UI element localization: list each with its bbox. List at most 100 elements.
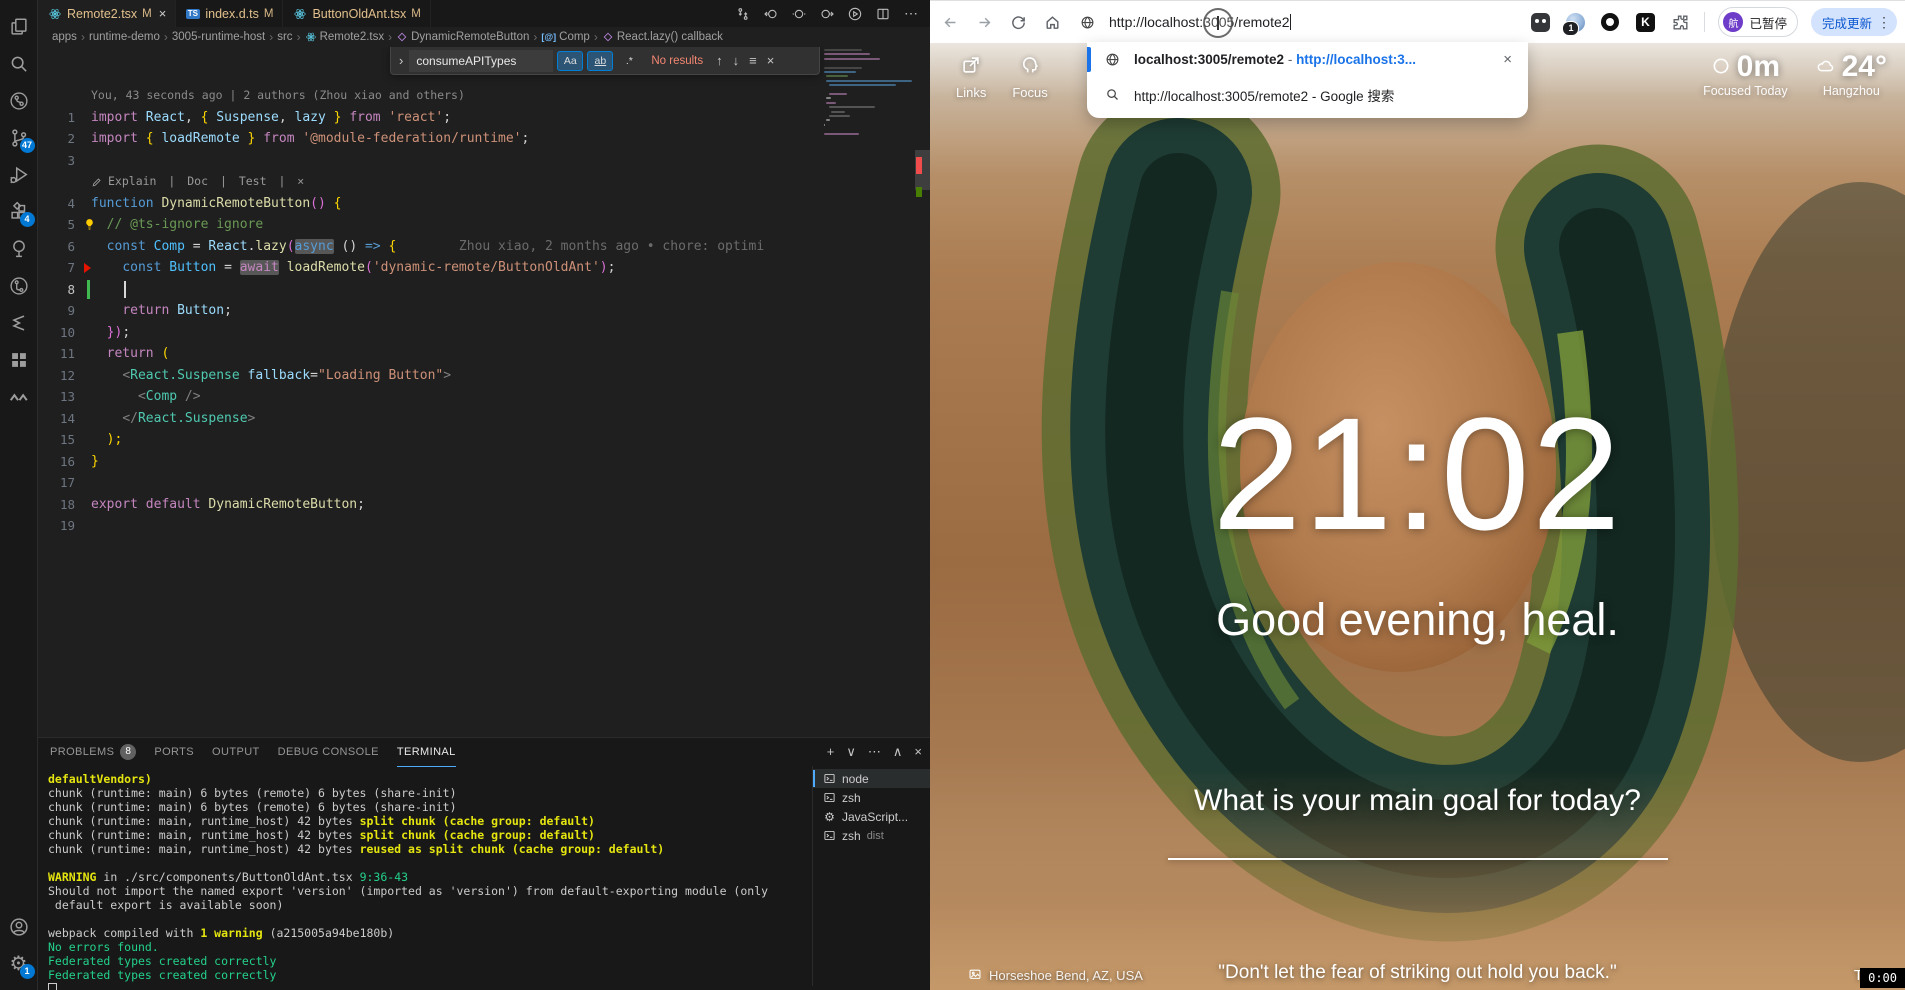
tab-close-icon[interactable]: × — [159, 6, 167, 21]
whole-word-toggle[interactable]: ab — [587, 51, 613, 71]
goal-input[interactable] — [1168, 858, 1668, 860]
terminal-dropdown-icon[interactable]: ∨ — [846, 744, 856, 760]
codelens-row[interactable]: Explain | Doc | Test | × — [38, 171, 868, 193]
extension-dark-icon[interactable] — [1529, 11, 1551, 33]
activity-item-gitlens-icon[interactable] — [0, 267, 38, 304]
url-text[interactable]: http://localhost:3005/remote2 — [1109, 14, 1290, 30]
panel-tab-output[interactable]: OUTPUT — [212, 738, 260, 767]
terminal-session-zsh[interactable]: zshdist — [813, 826, 930, 845]
codelens-explain[interactable]: Explain — [108, 171, 156, 193]
line-number: 9 — [38, 300, 91, 322]
line-number — [38, 85, 91, 107]
omnibox-suggestion[interactable]: localhost:3005/remote2 - http://localhos… — [1087, 42, 1528, 77]
activity-item-grid-extension-icon[interactable] — [0, 341, 38, 378]
extension-ring-icon[interactable] — [1599, 11, 1621, 33]
activity-item-search-icon[interactable] — [0, 45, 38, 82]
breadcrumb-item-DynamicRemoteButton[interactable]: DynamicRemoteButton — [396, 31, 529, 43]
daily-quote[interactable]: "Don't let the fear of striking out hold… — [1218, 962, 1616, 984]
activity-item-source-control-icon[interactable]: 47 — [0, 119, 38, 156]
find-next-icon[interactable]: ↓ — [730, 53, 743, 68]
panel-tab-ports[interactable]: PORTS — [154, 738, 194, 767]
focus-stat[interactable]: 0m Focused Today — [1703, 50, 1788, 98]
home-icon[interactable] — [1038, 8, 1066, 36]
terminal-session-JavaScript[interactable]: ⚙JavaScript... — [813, 807, 930, 826]
activity-item-custom-extension-icon[interactable] — [0, 304, 38, 341]
tab-label: Remote2.tsx — [67, 7, 137, 21]
terminal-session-zsh[interactable]: zsh — [813, 788, 930, 807]
code-editor[interactable]: You, 43 seconds ago | 2 authors (Zhou xi… — [38, 47, 930, 737]
activity-item-testing-icon[interactable] — [0, 230, 38, 267]
breadcrumb-item-Comp[interactable]: [@]Comp — [541, 31, 589, 43]
extension-globe-icon[interactable]: 1 — [1564, 11, 1586, 33]
toolbar-right-cluster: 1 K 航 已暂停 完成更新 ⋮ — [1529, 7, 1905, 37]
find-input[interactable]: consumeAPITypes — [409, 50, 553, 72]
omnibox-suggestion[interactable]: http://localhost:3005/remote2 - Google 搜… — [1087, 77, 1528, 112]
terminal-output[interactable]: defaultVendors)chunk (runtime: main) 6 b… — [48, 772, 808, 990]
more-actions-icon[interactable]: ⋯ — [902, 5, 920, 23]
panel-maximize-icon[interactable]: ∧ — [893, 744, 903, 760]
reload-icon[interactable] — [1004, 8, 1032, 36]
panel-tab-terminal[interactable]: TERMINAL — [397, 738, 456, 767]
breadcrumb-item-apps[interactable]: apps — [52, 31, 77, 43]
forward-icon[interactable] — [970, 8, 998, 36]
tab-ButtonOldAnt.tsx[interactable]: ButtonOldAnt.tsxM — [283, 0, 430, 27]
suggestion-remove-icon[interactable]: × — [1499, 49, 1516, 70]
breadcrumb-item-React.lazy() callback[interactable]: React.lazy() callback — [602, 31, 723, 43]
ruler-added-mark — [916, 187, 922, 197]
source-control-sync-icon[interactable] — [734, 5, 752, 23]
tab-Remote2.tsx[interactable]: Remote2.tsxM× — [38, 0, 176, 27]
browser-menu-icon[interactable]: ⋮ — [1877, 14, 1891, 31]
panel-more-icon[interactable]: ⋯ — [868, 744, 881, 760]
breadcrumb-item-runtime-demo[interactable]: runtime-demo — [89, 31, 160, 43]
codelens-test[interactable]: Test — [239, 171, 267, 193]
activity-item-settings-gear-icon[interactable]: ⚙1 — [0, 945, 38, 982]
line-content: import { loadRemote } from '@module-fede… — [91, 128, 529, 150]
weather-widget[interactable]: 24° Hangzhou — [1816, 50, 1887, 98]
nav-circle-icon[interactable] — [790, 5, 808, 23]
panel-tab-problems[interactable]: PROBLEMS8 — [50, 738, 136, 767]
nav-forward-icon[interactable] — [818, 5, 836, 23]
find-previous-icon[interactable]: ↑ — [713, 53, 726, 68]
activity-item-account-icon[interactable] — [0, 908, 38, 945]
find-in-selection-icon[interactable]: ≡ — [746, 53, 760, 68]
panel-close-icon[interactable]: × — [914, 744, 922, 760]
breadcrumb-item-src[interactable]: src — [277, 31, 292, 43]
find-close-icon[interactable]: × — [764, 53, 778, 68]
back-icon[interactable] — [936, 8, 964, 36]
new-terminal-icon[interactable]: + — [827, 744, 835, 760]
panel-tab-label: DEBUG CONSOLE — [278, 746, 379, 758]
update-chrome-button[interactable]: 完成更新 ⋮ — [1811, 8, 1897, 36]
terminal-session-node[interactable]: node — [813, 769, 930, 788]
suggestion-title: localhost:3005/remote2 — [1134, 52, 1284, 67]
extensions-puzzle-icon[interactable] — [1669, 11, 1691, 33]
regex-toggle[interactable]: .* — [617, 52, 641, 70]
profile-paused-pill[interactable]: 航 已暂停 — [1718, 7, 1798, 37]
tab-index.d.ts[interactable]: TSindex.d.tsM — [176, 0, 283, 27]
codelens-doc[interactable]: Doc — [187, 171, 208, 193]
kagi-extension-icon[interactable]: K — [1634, 11, 1656, 33]
run-button-icon[interactable] — [846, 5, 864, 23]
focus-icon — [1019, 54, 1041, 81]
breadcrumb-separator: › — [297, 30, 301, 44]
panel-tab-debug-console[interactable]: DEBUG CONSOLE — [278, 738, 379, 767]
lightbulb-icon[interactable] — [82, 217, 97, 232]
address-bar[interactable]: http://localhost:3005/remote2 — [1080, 7, 1529, 37]
minimap[interactable] — [824, 49, 914, 159]
links-button[interactable]: Links — [956, 54, 986, 100]
match-case-toggle[interactable]: Aa — [557, 51, 583, 71]
split-editor-icon[interactable] — [874, 5, 892, 23]
find-expand-icon[interactable]: › — [397, 53, 405, 68]
activity-item-extensions-icon[interactable]: 4 — [0, 193, 38, 230]
breadcrumb-item-3005-runtime-host[interactable]: 3005-runtime-host — [172, 31, 265, 43]
focus-button[interactable]: Focus — [1012, 54, 1047, 100]
codelens-close[interactable]: × — [297, 171, 304, 193]
nav-back-icon[interactable] — [762, 5, 780, 23]
breadcrumb-label: React.lazy() callback — [617, 31, 723, 43]
photo-location[interactable]: Horseshoe Bend, AZ, USA — [968, 967, 1143, 984]
activity-item-waves-extension-icon[interactable] — [0, 378, 38, 415]
breadcrumb-item-Remote2.tsx[interactable]: Remote2.tsx — [305, 31, 385, 43]
activity-item-files-icon[interactable] — [0, 8, 38, 45]
overview-ruler[interactable] — [915, 47, 930, 737]
activity-item-source-control-graph-icon[interactable] — [0, 82, 38, 119]
activity-item-run-debug-icon[interactable] — [0, 156, 38, 193]
